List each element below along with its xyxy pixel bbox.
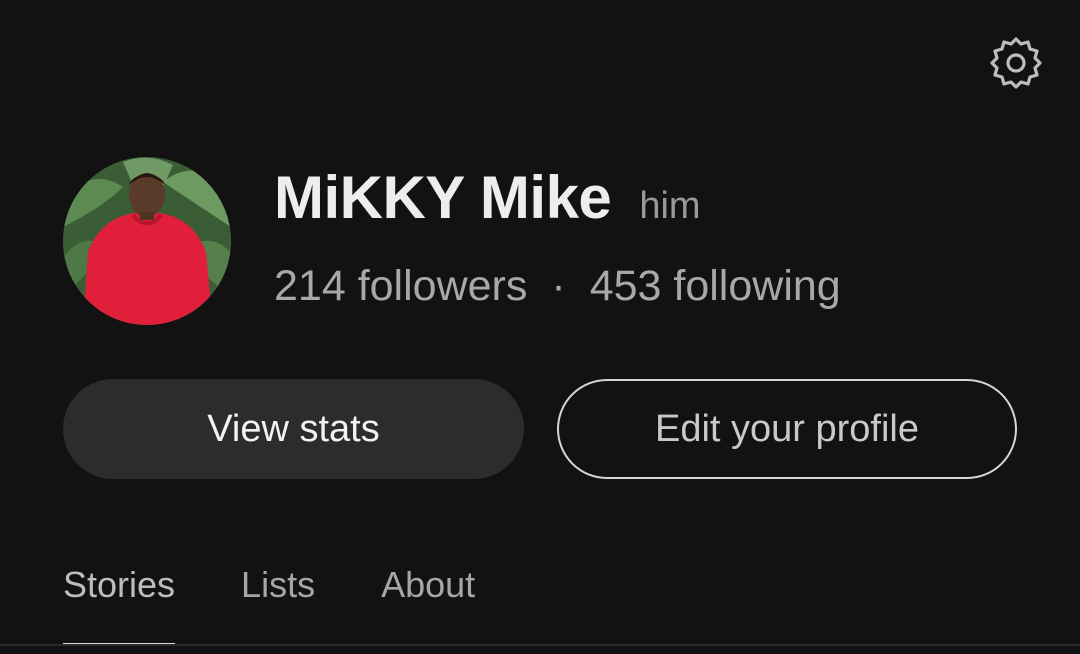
profile-screen: MiKKY Mike him 214 followers · 453 follo… [0,0,1080,654]
edit-profile-button[interactable]: Edit your profile [557,379,1017,479]
profile-name: MiKKY Mike [274,164,612,231]
follow-stats: 214 followers · 453 following [274,258,841,314]
tab-about[interactable]: About [381,560,475,646]
followers-link[interactable]: 214 followers [274,262,527,311]
tab-stories[interactable]: Stories [63,560,176,646]
avatar[interactable] [63,157,231,325]
tabs-divider [0,644,1080,646]
tab-lists[interactable]: Lists [241,560,315,646]
tab-stories-label: Stories [63,564,176,605]
following-link[interactable]: 453 following [590,262,841,311]
profile-tabs: Stories Lists About [63,560,541,646]
tab-about-label: About [381,564,476,605]
avatar-photo [63,157,231,325]
profile-pronoun: him [639,185,701,227]
stats-separator: · [551,261,566,310]
view-stats-button[interactable]: View stats [63,379,524,479]
gear-icon [990,37,1042,89]
settings-button[interactable] [986,33,1046,93]
profile-header: MiKKY Mike him [274,163,701,233]
tab-lists-label: Lists [241,564,316,605]
